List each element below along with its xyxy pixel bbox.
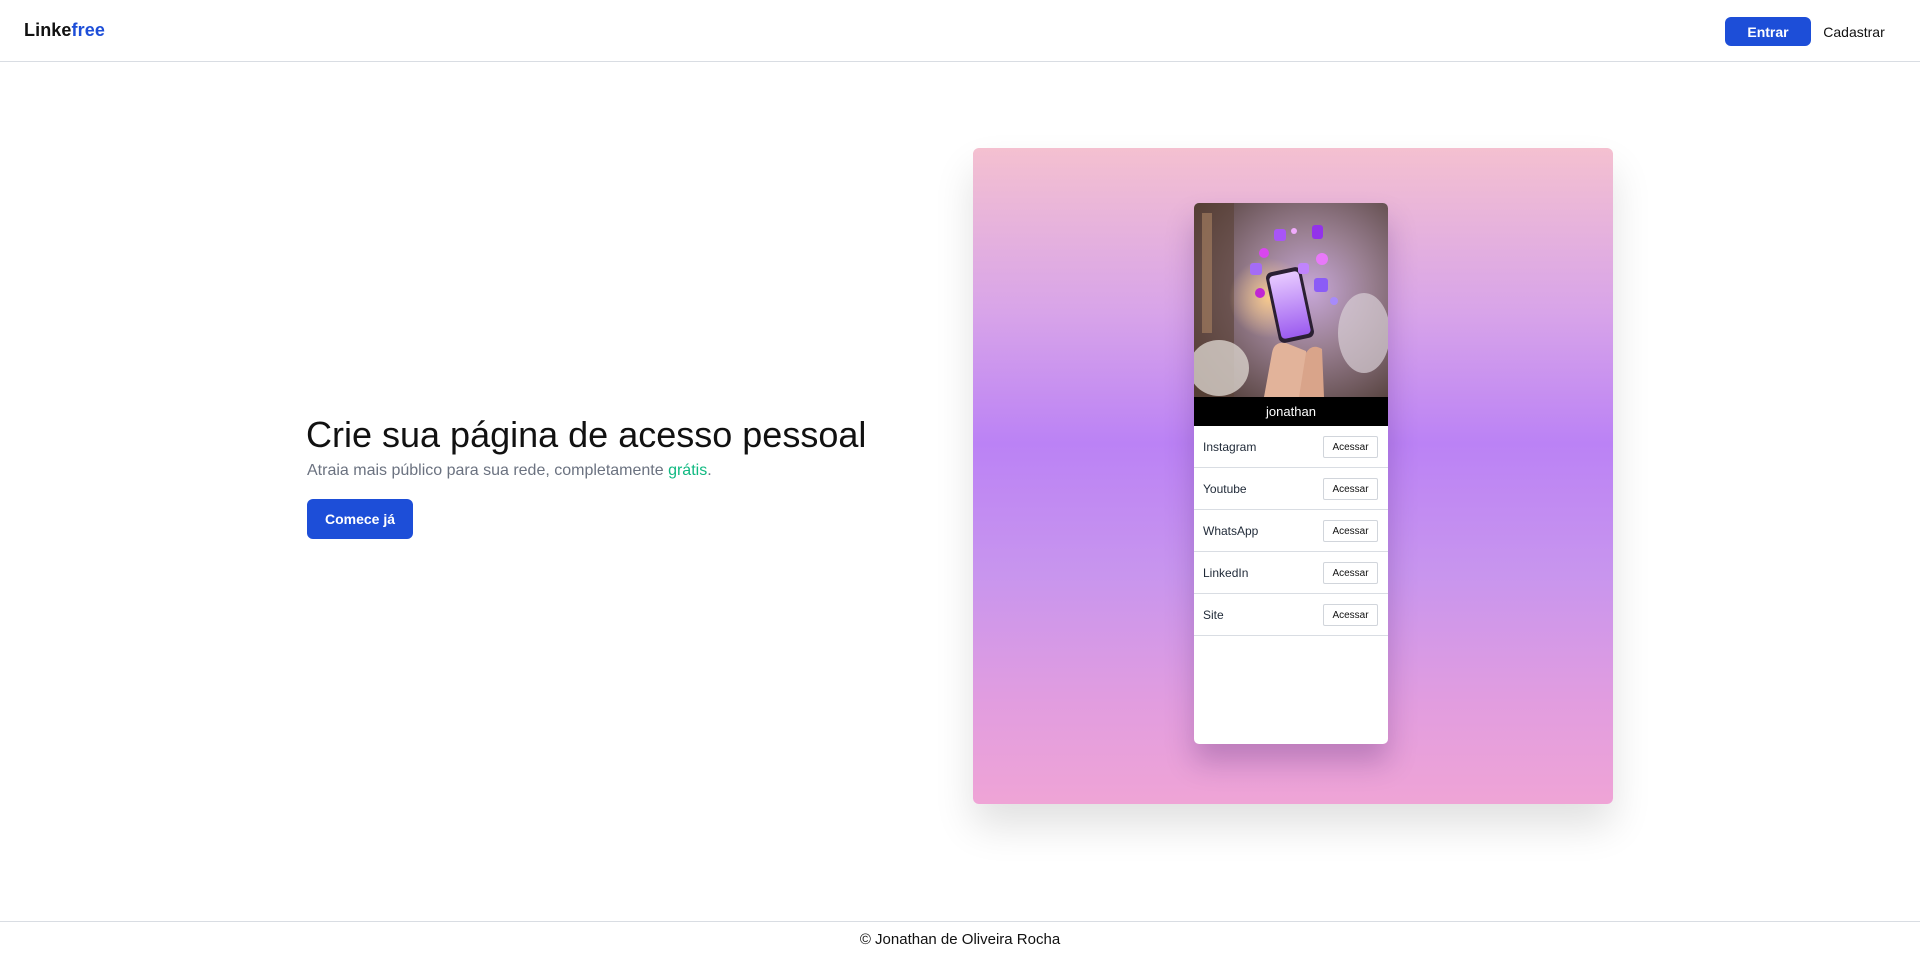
link-item-label: WhatsApp (1203, 524, 1259, 538)
access-link-button[interactable]: Acessar (1323, 604, 1378, 626)
hero-title: Crie sua página de acesso pessoal (306, 414, 867, 455)
link-item-label: Site (1203, 608, 1224, 622)
copyright-text: © Jonathan de Oliveira Rocha (859, 931, 1061, 948)
hero-subtitle-suffix: . (707, 462, 712, 479)
access-link-button[interactable]: Acessar (1323, 562, 1378, 584)
logo-text-accent: free (71, 20, 105, 40)
signup-button[interactable]: Cadastrar (1816, 17, 1892, 46)
top-navbar: Linkefree Entrar Cadastrar (0, 0, 1920, 62)
get-started-button[interactable]: Comece já (307, 499, 413, 539)
profile-cover-image (1194, 203, 1388, 397)
access-link-button[interactable]: Acessar (1323, 478, 1378, 500)
link-item-label: LinkedIn (1203, 566, 1249, 580)
link-item: LinkedIn Acessar (1194, 552, 1388, 594)
link-item: Site Acessar (1194, 594, 1388, 636)
page-footer: © Jonathan de Oliveira Rocha (0, 921, 1920, 953)
profile-preview-card: jonathan Instagram Acessar Youtube Acess… (1194, 203, 1388, 744)
link-item: WhatsApp Acessar (1194, 510, 1388, 552)
link-item: Youtube Acessar (1194, 468, 1388, 510)
access-link-button[interactable]: Acessar (1323, 520, 1378, 542)
link-item-label: Youtube (1203, 482, 1247, 496)
link-item-label: Instagram (1203, 440, 1257, 454)
hero-subtitle-highlight: grátis (668, 462, 708, 479)
logo[interactable]: Linkefree (24, 20, 105, 41)
hero-subtitle-text: Atraia mais público para sua rede, compl… (307, 462, 669, 479)
access-link-button[interactable]: Acessar (1323, 436, 1378, 458)
hero-subtitle: Atraia mais público para sua rede, compl… (307, 462, 712, 480)
login-button[interactable]: Entrar (1725, 17, 1811, 46)
link-item: Instagram Acessar (1194, 426, 1388, 468)
profile-username: jonathan (1194, 397, 1388, 426)
logo-text-primary: Linke (24, 20, 72, 40)
